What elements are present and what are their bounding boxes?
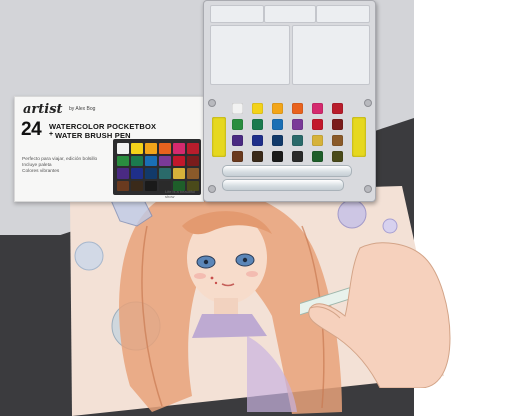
box-swatch — [173, 168, 185, 179]
box-swatch — [187, 168, 199, 179]
product-title-line-1: WATERCOLOR POCKETBOX — [49, 122, 157, 131]
box-swatch — [145, 180, 157, 191]
box-swatch — [173, 155, 185, 166]
product-plus-sign: + — [49, 131, 54, 138]
color-pan — [232, 151, 243, 162]
color-pan — [292, 151, 303, 162]
box-swatch — [131, 168, 143, 179]
product-photo: artist by Alex Bog 24 WATERCOLOR POCKETB… — [0, 0, 512, 416]
color-pan — [312, 151, 323, 162]
color-pan — [272, 119, 283, 130]
color-pan — [252, 103, 263, 114]
bubble — [382, 218, 398, 234]
box-swatch — [145, 168, 157, 179]
box-swatch — [131, 180, 143, 191]
mixing-well — [316, 5, 370, 23]
palette-hinge — [208, 99, 216, 107]
color-pan — [272, 151, 283, 162]
box-swatch — [117, 143, 129, 154]
color-pan-grid — [230, 101, 350, 163]
box-swatch — [145, 155, 157, 166]
color-pan — [232, 119, 243, 130]
color-pan — [252, 151, 263, 162]
color-pan — [232, 103, 243, 114]
box-swatch — [145, 143, 157, 154]
product-box: artist by Alex Bog 24 WATERCOLOR POCKETB… — [14, 96, 204, 202]
color-pan — [252, 119, 263, 130]
hand-with-brush — [300, 242, 451, 388]
color-pan — [332, 103, 343, 114]
mixing-well — [264, 5, 316, 23]
color-pan — [292, 135, 303, 146]
box-caption: Life is a beautiful show — [165, 189, 196, 199]
color-pan — [332, 135, 343, 146]
water-brush-pen — [222, 165, 352, 177]
palette-hinge — [364, 99, 372, 107]
color-pan — [312, 135, 323, 146]
color-pan — [312, 119, 323, 130]
box-swatch — [187, 143, 199, 154]
watercolor-palette — [203, 0, 376, 202]
color-pan — [312, 103, 323, 114]
box-swatch — [159, 168, 171, 179]
color-pan — [232, 135, 243, 146]
mixing-well — [292, 25, 370, 85]
box-swatch — [117, 168, 129, 179]
brand-logo: artist — [23, 102, 63, 117]
box-swatch — [173, 143, 185, 154]
palette-hinge — [364, 185, 372, 193]
bubble — [74, 241, 104, 271]
box-swatch — [159, 155, 171, 166]
mixing-well — [210, 25, 290, 85]
color-pan — [292, 103, 303, 114]
feature-item: Colores vibrantes — [22, 169, 60, 174]
mixing-well — [210, 5, 264, 23]
hand — [308, 242, 451, 388]
product-count: 24 — [21, 119, 42, 140]
color-pan — [272, 103, 283, 114]
palette-hinge — [208, 185, 216, 193]
box-swatch — [131, 155, 143, 166]
color-pan — [332, 151, 343, 162]
color-pan — [332, 119, 343, 130]
feature-item: Perfecto para viajar, edición bolsillo — [22, 157, 98, 162]
box-swatch-image — [113, 139, 201, 195]
side-pan-yellow — [212, 117, 226, 157]
side-pan-yellow — [352, 117, 366, 157]
color-pan — [252, 135, 263, 146]
box-swatch — [187, 155, 199, 166]
feature-item: Incluye paleta — [22, 163, 52, 168]
water-brush-pen — [222, 179, 344, 191]
box-swatch — [131, 143, 143, 154]
brand-byline: by Alex Bog — [69, 106, 96, 112]
color-pan — [292, 119, 303, 130]
color-pan — [272, 135, 283, 146]
box-swatch — [117, 180, 129, 191]
bubble — [337, 199, 367, 229]
box-swatch — [117, 155, 129, 166]
box-swatch — [159, 143, 171, 154]
